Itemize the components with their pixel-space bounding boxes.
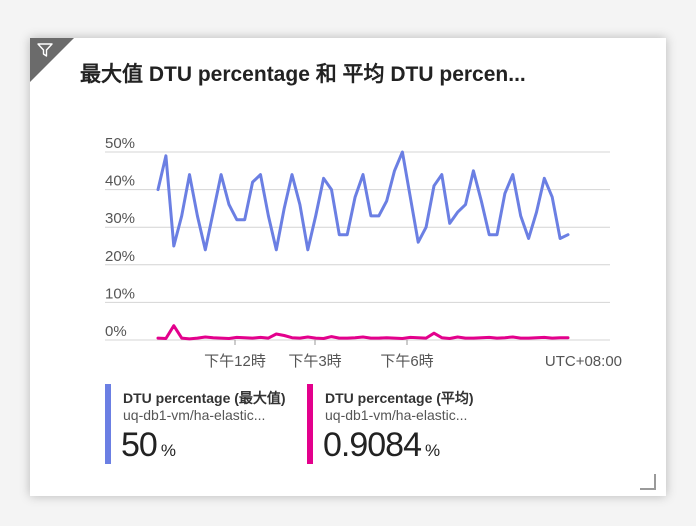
y-tick-label: 30% (105, 210, 135, 227)
x-tick-label: 下午12時 (204, 353, 266, 370)
legend-series-name: DTU percentage (最大值) (123, 390, 286, 406)
line-chart[interactable]: 50% 40% 30% 20% 10% 0% 下午12時 下午3時 下午6時 UTC+08:00 (30, 38, 666, 383)
series-line-max (156, 150, 570, 252)
timezone-label: UTC+08:00 (545, 353, 622, 370)
y-tick-label: 0% (105, 323, 127, 340)
legend-value-number: 0.9084 (323, 426, 422, 464)
y-tick-label: 20% (105, 248, 135, 265)
legend-resource-name: uq-db1-vm/ha-elastic... (123, 407, 266, 423)
legend-value-unit: % (160, 441, 176, 460)
legend-series-name: DTU percentage (平均) (325, 390, 474, 406)
legend-color-bar (307, 384, 313, 464)
series-line-avg (156, 324, 570, 341)
legend-item-avg[interactable]: DTU percentage (平均) uq-db1-vm/ha-elastic… (307, 384, 527, 464)
metric-tile[interactable]: 最大值 DTU percentage 和 平均 DTU percen... 50… (30, 38, 666, 496)
legend-value-number: 50 (121, 426, 158, 464)
legend-value-unit: % (425, 441, 441, 460)
legend-value: 50% (121, 426, 176, 465)
y-tick-label: 40% (105, 173, 135, 190)
legend-item-max[interactable]: DTU percentage (最大值) uq-db1-vm/ha-elasti… (105, 384, 305, 464)
legend-resource-name: uq-db1-vm/ha-elastic... (325, 407, 468, 423)
x-tick-label: 下午6時 (380, 353, 433, 370)
legend-color-bar (105, 384, 111, 464)
y-tick-label: 50% (105, 135, 135, 152)
resize-grip[interactable] (640, 474, 656, 490)
x-tick-label: 下午3時 (288, 353, 341, 370)
legend-value: 0.9084% (323, 426, 440, 465)
y-tick-label: 10% (105, 285, 135, 302)
